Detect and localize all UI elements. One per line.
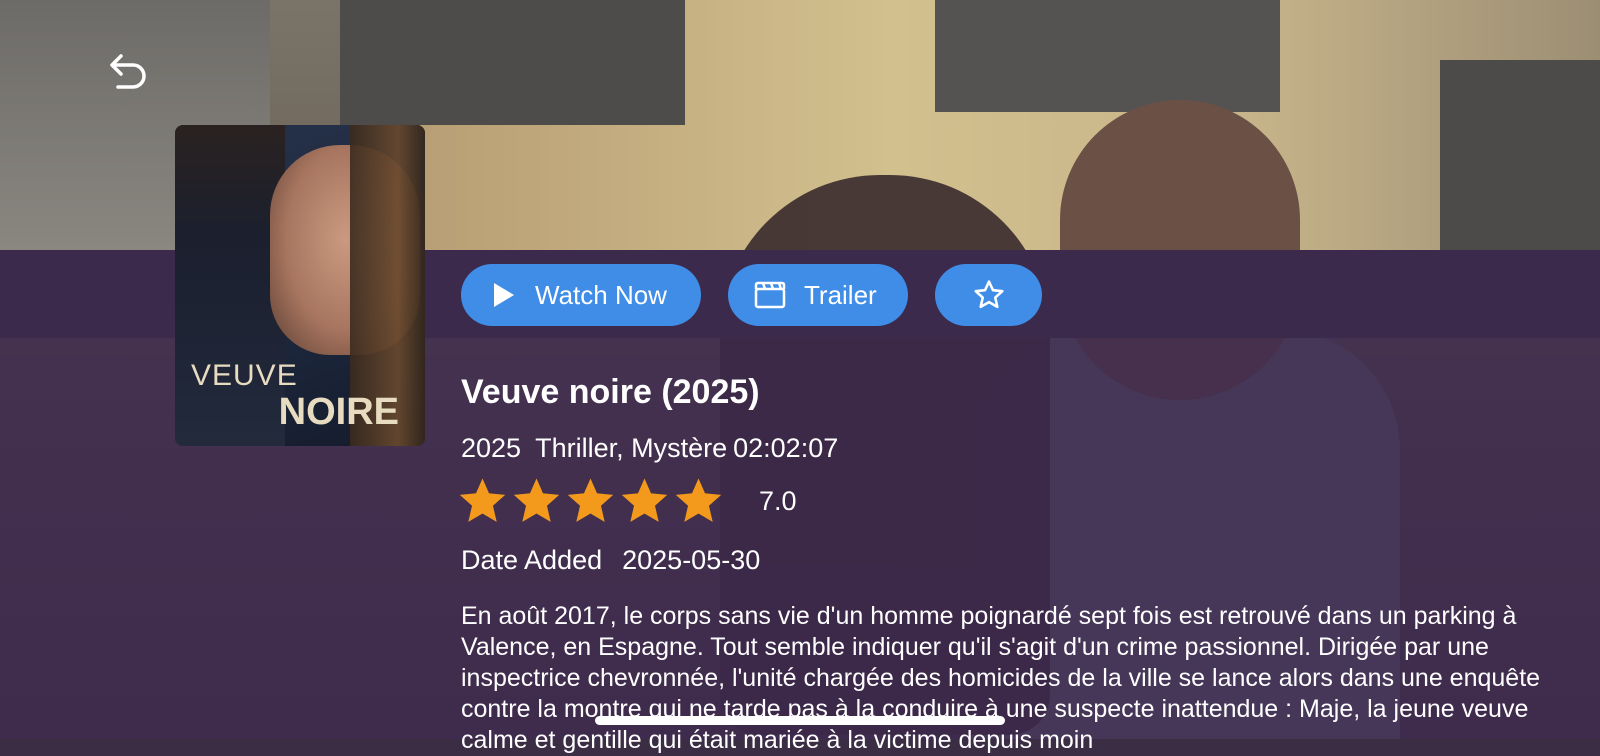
watch-now-label: Watch Now bbox=[535, 279, 667, 310]
watch-now-button[interactable]: Watch Now bbox=[461, 264, 701, 326]
movie-title: Veuve noire (2025) bbox=[461, 373, 760, 411]
movie-duration: 02:02:07 bbox=[733, 433, 839, 463]
date-added: Date Added 2025-05-30 bbox=[461, 545, 760, 576]
rating-stars: 7.0 bbox=[459, 478, 797, 525]
play-icon bbox=[491, 282, 517, 308]
movie-meta: 2025 Thriller, Mystère 02:02:07 bbox=[461, 433, 852, 464]
back-arrow-icon bbox=[110, 54, 146, 89]
scroll-indicator[interactable] bbox=[595, 716, 1005, 725]
star-icon bbox=[567, 478, 614, 522]
poster-title-line1: VEUVE bbox=[191, 359, 298, 392]
rating-value: 7.0 bbox=[759, 486, 797, 516]
favorite-button[interactable] bbox=[935, 264, 1042, 326]
date-added-value: 2025-05-30 bbox=[622, 545, 761, 575]
star-icon bbox=[621, 478, 668, 522]
poster-title-line2: NOIRE bbox=[278, 391, 399, 433]
star-icon bbox=[513, 478, 560, 522]
movie-genres: Thriller, Mystère bbox=[535, 433, 728, 463]
back-button[interactable] bbox=[106, 50, 150, 94]
star-icon bbox=[675, 478, 722, 522]
trailer-label: Trailer bbox=[804, 279, 877, 310]
movie-poster: VEUVE NOIRE bbox=[175, 125, 425, 446]
trailer-button[interactable]: Trailer bbox=[728, 264, 908, 326]
clapperboard-icon bbox=[754, 281, 786, 309]
star-outline-icon bbox=[973, 280, 1004, 309]
movie-year: 2025 bbox=[461, 433, 522, 463]
date-added-label: Date Added bbox=[461, 545, 603, 575]
star-icon bbox=[459, 478, 506, 522]
movie-description: En août 2017, le corps sans vie d'un hom… bbox=[461, 602, 1541, 754]
